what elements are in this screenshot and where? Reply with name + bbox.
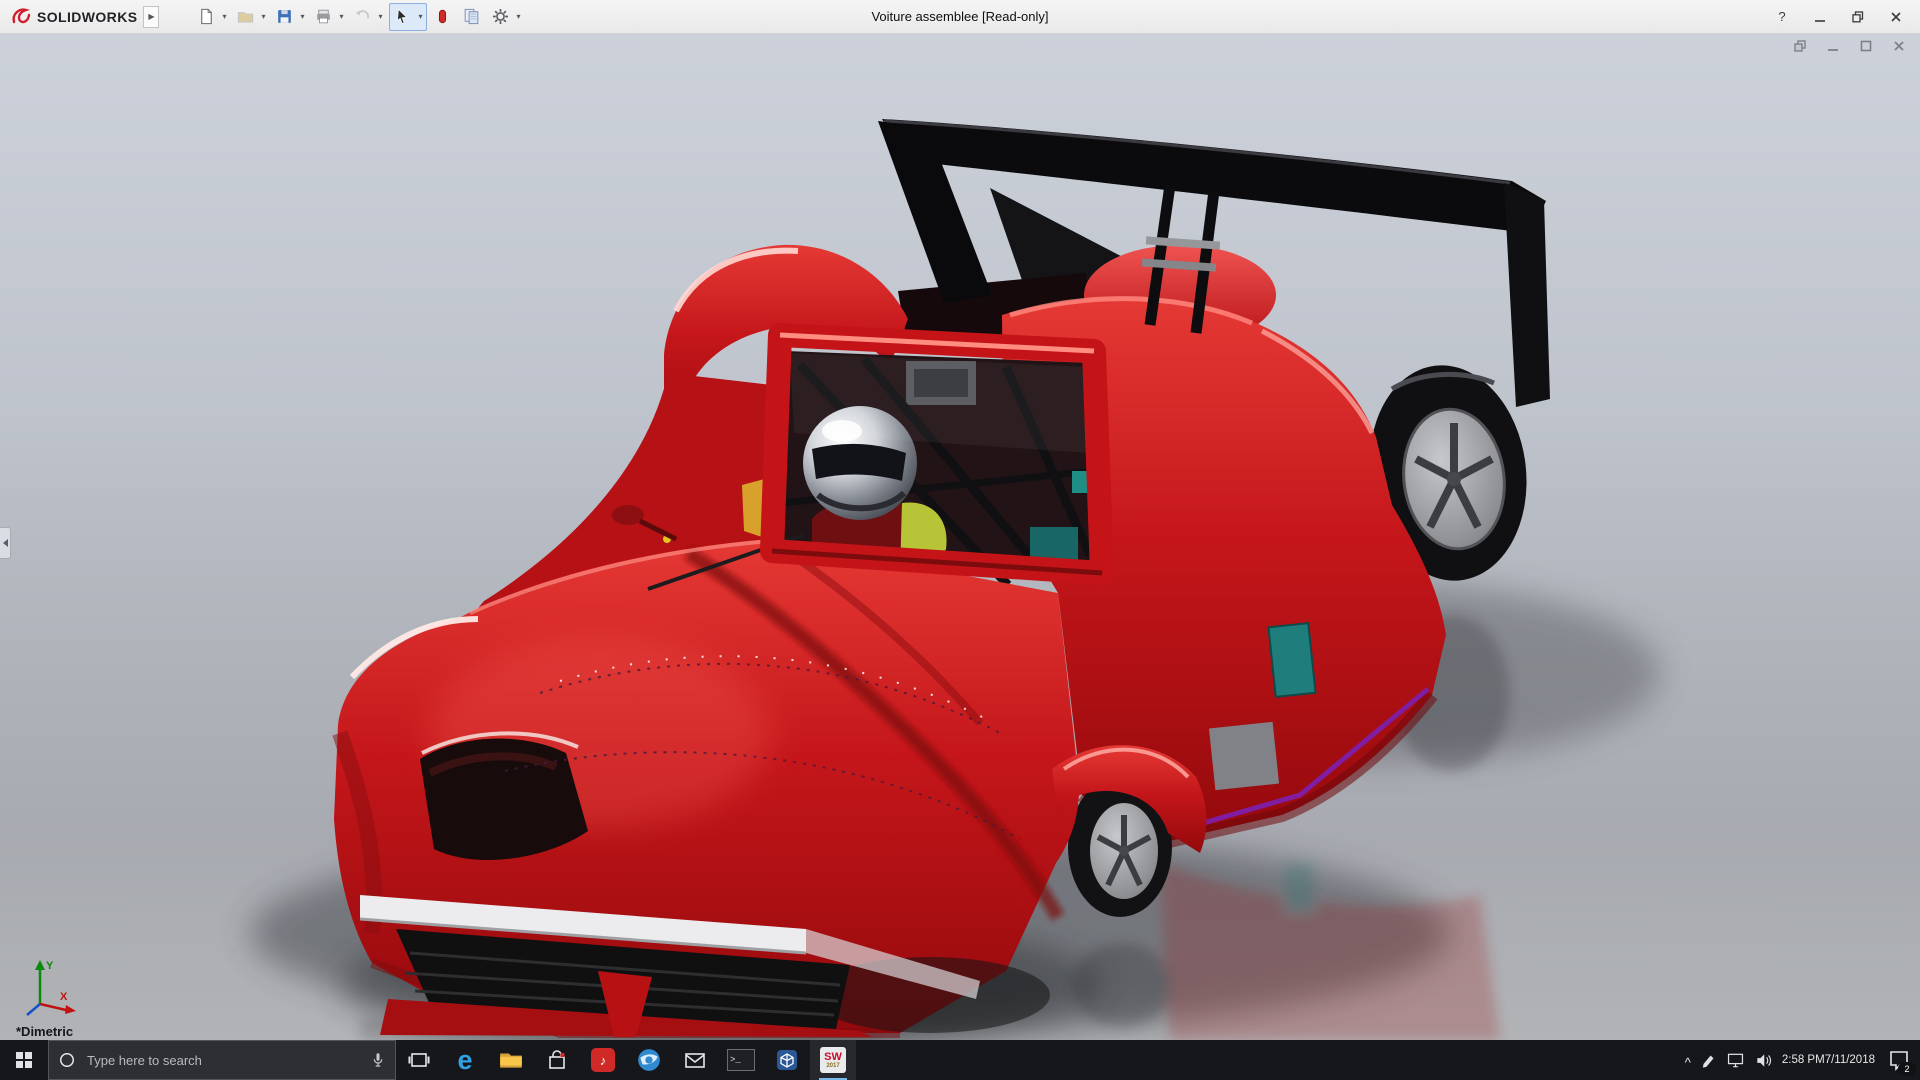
clock-date: 7/11/2018	[1824, 1053, 1875, 1066]
close-icon	[1891, 11, 1901, 22]
console-icon: >_	[727, 1049, 755, 1071]
viewport-close-icon[interactable]	[1890, 38, 1908, 54]
options-caret[interactable]: ▾	[514, 12, 524, 21]
restore-button[interactable]	[1844, 5, 1872, 29]
new-document-icon	[201, 8, 213, 25]
viewport[interactable]: Y X *Dimetric	[0, 33, 1920, 1040]
taskbar-app-console[interactable]: >_	[718, 1040, 764, 1080]
side-mirror	[612, 505, 644, 525]
chevron-up-icon: ^	[1684, 1054, 1691, 1070]
options-button[interactable]	[488, 4, 514, 30]
taskbar-app-file-explorer[interactable]	[488, 1040, 534, 1080]
open-caret[interactable]: ▾	[258, 12, 268, 21]
network-icon	[1727, 1053, 1743, 1067]
new-document-button[interactable]	[193, 4, 219, 30]
taskbar-app-3d-viewer[interactable]	[764, 1040, 810, 1080]
3d-scene[interactable]	[0, 33, 1920, 1040]
undo-button[interactable]	[350, 4, 376, 30]
undo-caret[interactable]: ▾	[376, 12, 386, 21]
file-explorer-icon	[500, 1053, 522, 1068]
solidworks-logo[interactable]: SOLIDWORKS	[0, 6, 143, 28]
pen-icon	[1702, 1055, 1714, 1068]
minimize-icon	[1815, 19, 1825, 22]
menu-flyout-button[interactable]: ▶	[143, 5, 160, 28]
flyout-arrow-icon: ▶	[148, 12, 155, 21]
task-view-icon	[408, 1053, 430, 1067]
undo-icon	[355, 10, 370, 19]
taskbar-app-task-view[interactable]	[396, 1040, 442, 1080]
tray-expand-button[interactable]: ^	[1684, 1054, 1691, 1070]
red-app-icon: ♪	[591, 1048, 615, 1072]
microphone-icon[interactable]	[369, 1051, 387, 1069]
action-center-button[interactable]: 2	[1884, 1045, 1916, 1076]
taskbar-clock[interactable]: 2:58 PM 7/11/2018	[1782, 1054, 1875, 1067]
browser-globe-icon	[638, 1049, 660, 1071]
tray-pen-button[interactable]	[1700, 1052, 1717, 1069]
restore-icon	[1852, 10, 1864, 22]
save-icon	[278, 10, 291, 23]
tray-network-button[interactable]	[1726, 1052, 1745, 1069]
new-document-caret[interactable]: ▾	[219, 12, 229, 21]
cube-3d-icon	[777, 1050, 797, 1070]
collapse-arrow-icon	[2, 539, 8, 547]
open-folder-icon	[237, 12, 254, 23]
brand-text: SOLIDWORKS	[37, 8, 138, 25]
triad-y-label: Y	[46, 960, 54, 972]
save-caret[interactable]: ▾	[297, 12, 307, 21]
titlebar: SOLIDWORKS ▶ ▾ ▾ ▾ ▾ ▾ ▾ ▾ Voiture assem…	[0, 0, 1920, 34]
select-cursor-icon	[397, 8, 408, 24]
notification-badge: 2	[1898, 1062, 1916, 1076]
quick-toolbar: ▾ ▾ ▾ ▾ ▾ ▾ ▾	[193, 2, 526, 31]
viewport-restore-icon[interactable]	[1791, 38, 1809, 54]
print-caret[interactable]: ▾	[337, 12, 347, 21]
clock-time: 2:58 PM	[1781, 1053, 1825, 1066]
document-window-controls	[1791, 38, 1908, 54]
help-icon: ?	[1778, 9, 1786, 24]
search-input[interactable]	[85, 1051, 361, 1069]
view-orientation-label: *Dimetric	[16, 1024, 74, 1039]
print-icon	[317, 9, 330, 24]
cortana-icon	[60, 1053, 74, 1067]
taskbar: e ♪	[0, 1040, 1920, 1080]
triad-x-label: X	[60, 991, 68, 1003]
edge-icon: e	[457, 1044, 473, 1075]
open-button[interactable]	[232, 4, 258, 30]
viewport-minimize-icon[interactable]	[1824, 38, 1842, 54]
help-button[interactable]: ?	[1768, 5, 1796, 29]
print-button[interactable]	[311, 4, 337, 30]
select-tool-caret[interactable]: ▾	[416, 12, 426, 21]
solidworks-app-icon: SW 2017	[820, 1047, 846, 1073]
report-pages-icon	[464, 8, 479, 25]
viewport-maximize-icon[interactable]	[1857, 38, 1875, 54]
taskbar-search[interactable]	[48, 1040, 396, 1080]
rebuild-button[interactable]	[430, 4, 456, 30]
taskbar-app-browser[interactable]	[626, 1040, 672, 1080]
solidworks-window: SOLIDWORKS ▶ ▾ ▾ ▾ ▾ ▾ ▾ ▾ Voiture assem…	[0, 0, 1920, 1080]
taskbar-app-mail[interactable]	[672, 1040, 718, 1080]
start-button[interactable]	[0, 1040, 48, 1080]
taskbar-app-solidworks[interactable]: SW 2017	[810, 1040, 856, 1080]
window-controls: ?	[1768, 5, 1920, 29]
report-button[interactable]	[459, 4, 485, 30]
tray-volume-button[interactable]	[1754, 1052, 1773, 1069]
gear-icon	[493, 8, 509, 25]
side-panel-gray	[1208, 721, 1280, 791]
mail-icon	[685, 1053, 705, 1068]
solidworks-logo-icon	[12, 7, 31, 23]
taskbar-app-edge[interactable]: e	[442, 1040, 488, 1080]
store-bag-icon	[549, 1050, 565, 1069]
taskbar-app-store[interactable]	[534, 1040, 580, 1080]
close-button[interactable]	[1882, 5, 1910, 29]
save-button[interactable]	[271, 4, 297, 30]
system-tray: ^ 2:58 PM 7/11/2018 2	[1685, 1040, 1920, 1080]
orientation-triad: Y X	[26, 960, 76, 1016]
panel-collapse-tab[interactable]	[0, 527, 11, 559]
windows-logo-icon	[16, 1052, 32, 1068]
rebuild-icon	[438, 9, 447, 24]
select-tool-button[interactable]	[390, 4, 416, 30]
taskbar-app-media[interactable]: ♪	[580, 1040, 626, 1080]
minimize-button[interactable]	[1806, 5, 1834, 29]
side-window-teal	[1267, 622, 1317, 698]
speaker-icon	[1757, 1053, 1771, 1067]
